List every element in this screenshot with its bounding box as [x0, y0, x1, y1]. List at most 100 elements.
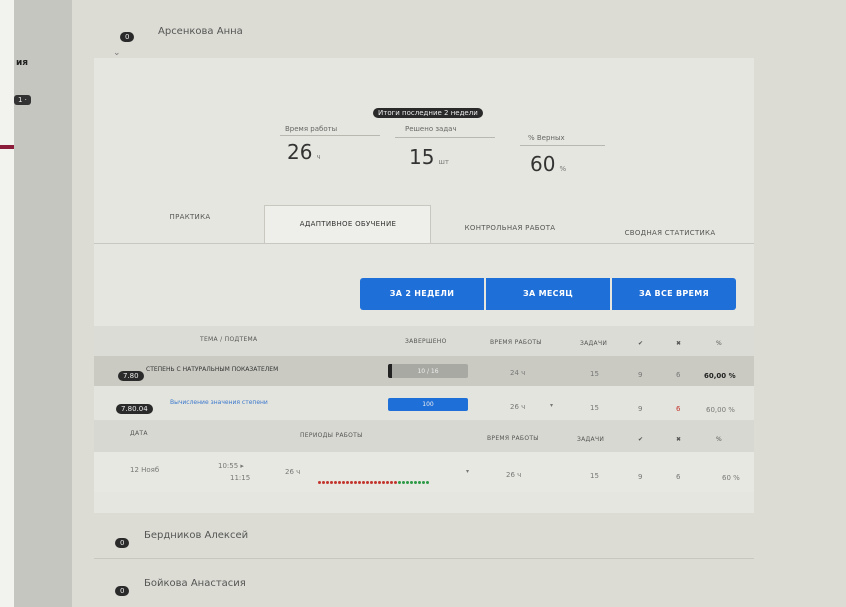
detail-header — [94, 420, 754, 452]
summary-value-percent: 60% — [530, 152, 567, 176]
col-percent[interactable]: % — [716, 340, 722, 347]
period-badge: Итоги последние 2 недели — [367, 106, 489, 120]
activity-dot — [366, 481, 369, 484]
student-badge: 0 — [115, 578, 130, 597]
cell-percent: 60,00 % — [704, 372, 736, 380]
col-wrong[interactable]: ✖ — [676, 340, 681, 347]
activity-dot — [422, 481, 425, 484]
activity-dot — [338, 481, 341, 484]
cell-time: 26 ч — [506, 471, 522, 479]
activity-dot — [362, 481, 365, 484]
tab-control-work[interactable]: КОНТРОЛЬНАЯ РАБОТА — [440, 224, 580, 232]
summary-value-tasks: 15 шт — [409, 145, 449, 169]
student-name[interactable]: Бойкова Анастасия — [144, 578, 246, 589]
cell-wrong: 6 — [676, 405, 681, 413]
activity-dot — [406, 481, 409, 484]
activity-dot — [346, 481, 349, 484]
cell-correct: 9 — [638, 371, 643, 379]
cell-start: 10:55 ▸ — [218, 462, 244, 470]
activity-dot — [326, 481, 329, 484]
sidebar-badge: 1 · — [14, 95, 31, 105]
progress-text: 10 / 16 — [417, 368, 439, 375]
activity-dot — [330, 481, 333, 484]
divider — [395, 137, 495, 138]
cell-end: 11:15 — [230, 474, 251, 482]
topic-name[interactable]: СТЕПЕНЬ С НАТУРАЛЬНЫМ ПОКАЗАТЕЛЕМ — [146, 366, 278, 373]
col-time[interactable]: ВРЕМЯ РАБОТЫ — [490, 339, 542, 346]
activity-dot — [374, 481, 377, 484]
col-tasks[interactable]: ЗАДАЧИ — [577, 436, 604, 443]
activity-dot — [382, 481, 385, 484]
activity-dot — [342, 481, 345, 484]
activity-dot — [358, 481, 361, 484]
activity-dot — [322, 481, 325, 484]
chevron-down-icon[interactable]: ⌄ — [113, 48, 121, 58]
col-completed[interactable]: ЗАВЕРШЕНО — [405, 338, 447, 345]
topic-badge: 7.80 — [118, 363, 144, 382]
cell-tasks: 15 — [590, 472, 599, 480]
activity-dot — [354, 481, 357, 484]
period-all-time-button[interactable]: ЗА ВСЕ ВРЕМЯ — [612, 278, 736, 310]
activity-dot — [426, 481, 429, 484]
col-topic[interactable]: ТЕМА / ПОДТЕМА — [200, 336, 257, 343]
summary-label-time: Время работы — [285, 125, 338, 133]
subtopic-link[interactable]: Вычисление значения степени — [170, 399, 268, 406]
student-name[interactable]: Арсенкова Анна — [158, 26, 243, 37]
expand-icon[interactable]: ▾ — [550, 402, 553, 409]
student-badge: 0 — [115, 530, 130, 549]
activity-dot — [318, 481, 321, 484]
activity-dot — [410, 481, 413, 484]
cell-duration: 26 ч — [285, 468, 301, 476]
col-time[interactable]: ВРЕМЯ РАБОТЫ — [487, 435, 539, 442]
subtopic-badge: 7.80.04 — [116, 396, 153, 415]
col-periods[interactable]: ПЕРИОДЫ РАБОТЫ — [300, 432, 363, 439]
activity-dots — [318, 469, 430, 488]
cell-tasks: 15 — [590, 370, 599, 378]
divider — [94, 243, 754, 244]
student-badge: 0 — [120, 24, 135, 43]
cell-date: 12 Нояб — [130, 466, 160, 474]
expand-icon[interactable]: ▾ — [466, 468, 469, 475]
divider — [94, 558, 754, 559]
activity-dot — [402, 481, 405, 484]
cell-correct: 9 — [638, 473, 643, 481]
cell-percent: 60 % — [722, 474, 740, 482]
cell-correct: 9 — [638, 405, 643, 413]
activity-dot — [394, 481, 397, 484]
tab-practice[interactable]: ПРАКТИКА — [150, 213, 230, 221]
divider — [280, 135, 380, 136]
col-percent[interactable]: % — [716, 436, 722, 443]
activity-dot — [334, 481, 337, 484]
col-tasks[interactable]: ЗАДАЧИ — [580, 340, 607, 347]
col-correct[interactable]: ✔ — [638, 340, 643, 347]
left-sidebar — [14, 0, 72, 607]
period-2-weeks-button[interactable]: ЗА 2 НЕДЕЛИ — [360, 278, 484, 310]
tab-summary-stats[interactable]: СВОДНАЯ СТАТИСТИКА — [600, 229, 740, 237]
cell-tasks: 15 — [590, 404, 599, 412]
activity-dot — [378, 481, 381, 484]
cell-wrong: 6 — [676, 473, 681, 481]
tab-adaptive[interactable]: АДАПТИВНОЕ ОБУЧЕНИЕ — [268, 220, 428, 228]
summary-label-tasks: Решено задач — [405, 125, 457, 133]
cell-percent: 60,00 % — [706, 406, 735, 414]
cell-time: 24 ч — [510, 369, 526, 377]
activity-dot — [398, 481, 401, 484]
slide-margin — [0, 0, 14, 607]
activity-dot — [370, 481, 373, 484]
summary-label-percent: % Верных — [528, 134, 565, 142]
sidebar-label: ия — [16, 58, 29, 68]
col-date[interactable]: ДАТА — [130, 430, 148, 437]
activity-dot — [390, 481, 393, 484]
summary-value-time: 26 ч — [287, 140, 321, 164]
student-name[interactable]: Бердников Алексей — [144, 530, 248, 541]
divider — [520, 145, 605, 146]
activity-dot — [418, 481, 421, 484]
progress-text: 100 — [422, 401, 434, 408]
period-month-button[interactable]: ЗА МЕСЯЦ — [486, 278, 610, 310]
cell-wrong: 6 — [676, 371, 681, 379]
activity-dot — [414, 481, 417, 484]
activity-dot — [350, 481, 353, 484]
col-correct[interactable]: ✔ — [638, 436, 643, 443]
col-wrong[interactable]: ✖ — [676, 436, 681, 443]
activity-dot — [386, 481, 389, 484]
